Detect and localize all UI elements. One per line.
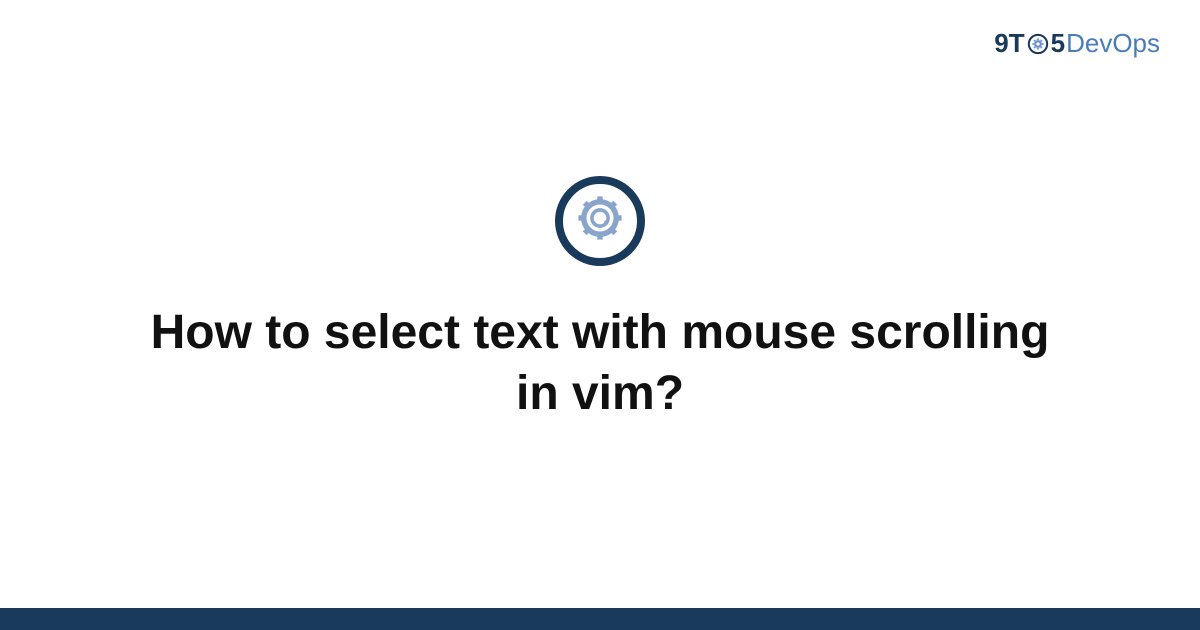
main-content: How to select text with mouse scrolling …	[0, 0, 1200, 630]
page-title: How to select text with mouse scrolling …	[150, 302, 1050, 425]
bottom-bar	[0, 608, 1200, 630]
gear-badge	[555, 176, 645, 266]
gear-icon	[573, 191, 627, 250]
